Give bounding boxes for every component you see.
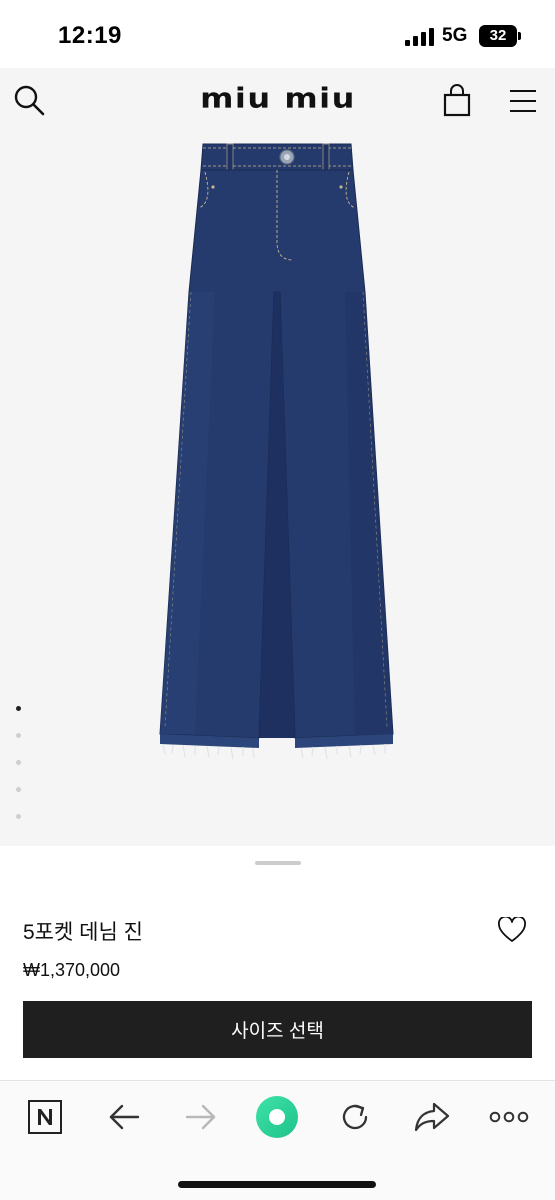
- pager-dot[interactable]: [16, 787, 21, 792]
- image-pager: [16, 706, 26, 841]
- green-dot-icon[interactable]: [254, 1094, 300, 1140]
- forward-arrow-icon[interactable]: [179, 1095, 223, 1139]
- product-price: ₩1,370,000: [23, 960, 121, 980]
- reload-icon[interactable]: [333, 1095, 377, 1139]
- network-type: 5G: [442, 25, 468, 46]
- shopping-bag-icon[interactable]: [442, 84, 472, 118]
- site-header: miu miu: [0, 68, 555, 134]
- pager-dot[interactable]: [16, 733, 21, 738]
- pager-dot[interactable]: [16, 760, 21, 765]
- more-icon[interactable]: [487, 1095, 531, 1139]
- brand-logo[interactable]: miu miu: [190, 81, 366, 115]
- status-bar: 12:19 5G 32: [0, 0, 555, 68]
- hamburger-menu-icon[interactable]: [508, 88, 538, 114]
- pager-dot[interactable]: [16, 706, 21, 711]
- back-arrow-icon[interactable]: [102, 1095, 146, 1139]
- naver-icon[interactable]: [23, 1095, 67, 1139]
- share-icon[interactable]: [410, 1095, 454, 1139]
- denim-jeans-product-image: [159, 143, 394, 760]
- status-time: 12:19: [58, 22, 122, 49]
- sheet-drag-handle[interactable]: [255, 861, 301, 865]
- product-gallery[interactable]: [0, 134, 555, 846]
- select-size-button[interactable]: 사이즈 선택: [23, 1001, 532, 1058]
- product-name: 5포켓 데님 진: [23, 921, 143, 944]
- battery-icon: 32: [479, 25, 521, 47]
- pager-dot[interactable]: [16, 814, 21, 819]
- search-icon[interactable]: [12, 83, 46, 117]
- signal-icon: [405, 28, 435, 46]
- home-indicator: [178, 1181, 376, 1188]
- heart-icon[interactable]: [498, 915, 526, 943]
